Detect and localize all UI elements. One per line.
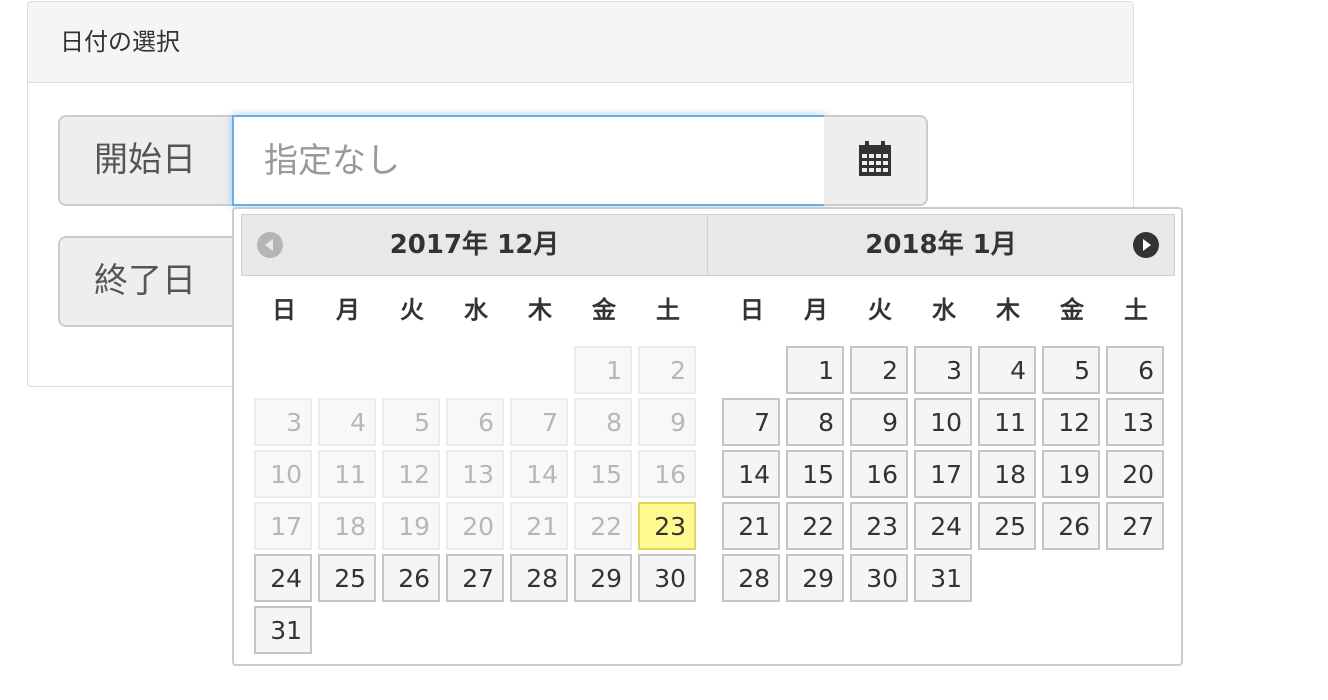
calendar-day: 21 [510, 502, 568, 550]
calendar-day[interactable]: 23 [638, 502, 696, 550]
calendar-day[interactable]: 15 [786, 450, 844, 498]
weekday-header: 水 [464, 296, 488, 324]
weekday-header: 火 [400, 296, 424, 324]
calendar-day[interactable]: 8 [786, 398, 844, 446]
calendar-day[interactable]: 13 [1106, 398, 1164, 446]
calendar-day: 13 [446, 450, 504, 498]
calendar-day[interactable]: 25 [318, 554, 376, 602]
calendar-day[interactable]: 28 [722, 554, 780, 602]
weekday-header: 木 [996, 296, 1020, 324]
calendar-day: 9 [638, 398, 696, 446]
calendar-day[interactable]: 25 [978, 502, 1036, 550]
calendar-day[interactable]: 12 [1042, 398, 1100, 446]
end-date-label: 終了日 [58, 236, 234, 327]
calendar-day: 16 [638, 450, 696, 498]
calendar-day[interactable]: 17 [914, 450, 972, 498]
calendar-day: 3 [254, 398, 312, 446]
calendar-day[interactable]: 30 [850, 554, 908, 602]
calendar-day[interactable]: 16 [850, 450, 908, 498]
calendar-day: 14 [510, 450, 568, 498]
next-month-button[interactable] [1133, 232, 1159, 258]
calendar-day[interactable]: 31 [254, 606, 312, 654]
weekday-header: 日 [740, 296, 764, 324]
calendar-day: 15 [574, 450, 632, 498]
calendar-day[interactable]: 31 [914, 554, 972, 602]
calendar-day[interactable]: 5 [1042, 346, 1100, 394]
calendar-day: 4 [318, 398, 376, 446]
calendar-day: 22 [574, 502, 632, 550]
calendar-day[interactable]: 10 [914, 398, 972, 446]
calendar-day: 19 [382, 502, 440, 550]
calendar-day[interactable]: 27 [446, 554, 504, 602]
calendar-day[interactable]: 27 [1106, 502, 1164, 550]
calendar-day[interactable]: 6 [1106, 346, 1164, 394]
calendar-day[interactable]: 30 [638, 554, 696, 602]
calendar-day[interactable]: 26 [1042, 502, 1100, 550]
start-date-input[interactable] [232, 115, 826, 206]
calendar-day[interactable]: 29 [786, 554, 844, 602]
calendar-day: 18 [318, 502, 376, 550]
calendar-icon [858, 140, 892, 181]
calendar-day[interactable]: 21 [722, 502, 780, 550]
weekday-header: 月 [336, 296, 360, 324]
next-arrow-icon [1133, 232, 1159, 258]
calendar-day[interactable]: 24 [254, 554, 312, 602]
calendar-day: 20 [446, 502, 504, 550]
start-date-label: 開始日 [58, 115, 234, 206]
weekday-header: 木 [528, 296, 552, 324]
calendar-day: 1 [574, 346, 632, 394]
calendar-day[interactable]: 26 [382, 554, 440, 602]
weekday-header: 金 [1060, 296, 1084, 324]
month-header-right: 2018年 1月 [707, 214, 1175, 276]
weekday-header: 火 [868, 296, 892, 324]
calendar-day[interactable]: 11 [978, 398, 1036, 446]
month-header-left: 2017年 12月 [241, 214, 708, 276]
weekday-header: 土 [656, 296, 680, 324]
calendar-day: 6 [446, 398, 504, 446]
calendar-day[interactable]: 28 [510, 554, 568, 602]
calendar-day: 11 [318, 450, 376, 498]
start-date-group: 開始日 [58, 115, 928, 206]
weekday-header: 月 [804, 296, 828, 324]
calendar-day[interactable]: 3 [914, 346, 972, 394]
calendar-day[interactable]: 1 [786, 346, 844, 394]
calendar-day[interactable]: 18 [978, 450, 1036, 498]
calendar-day[interactable]: 24 [914, 502, 972, 550]
start-calendar-button[interactable] [824, 115, 928, 206]
prev-arrow-icon [257, 232, 283, 258]
calendar-day: 7 [510, 398, 568, 446]
calendar-day[interactable]: 14 [722, 450, 780, 498]
weekday-header: 土 [1124, 296, 1148, 324]
calendar-day[interactable]: 23 [850, 502, 908, 550]
calendar-day[interactable]: 4 [978, 346, 1036, 394]
calendar-day[interactable]: 22 [786, 502, 844, 550]
weekday-header: 水 [932, 296, 956, 324]
calendar-day[interactable]: 20 [1106, 450, 1164, 498]
calendar-day[interactable]: 2 [850, 346, 908, 394]
calendar-day: 17 [254, 502, 312, 550]
calendar-day: 8 [574, 398, 632, 446]
prev-month-button[interactable] [257, 232, 283, 258]
calendar-day[interactable]: 29 [574, 554, 632, 602]
calendar-day[interactable]: 7 [722, 398, 780, 446]
calendar-day[interactable]: 19 [1042, 450, 1100, 498]
weekday-header: 日 [272, 296, 296, 324]
calendar-day: 12 [382, 450, 440, 498]
calendar-day[interactable]: 9 [850, 398, 908, 446]
calendar-day: 5 [382, 398, 440, 446]
calendar-day: 2 [638, 346, 696, 394]
panel-title: 日付の選択 [28, 2, 1133, 83]
weekday-header: 金 [592, 296, 616, 324]
calendar-day: 10 [254, 450, 312, 498]
